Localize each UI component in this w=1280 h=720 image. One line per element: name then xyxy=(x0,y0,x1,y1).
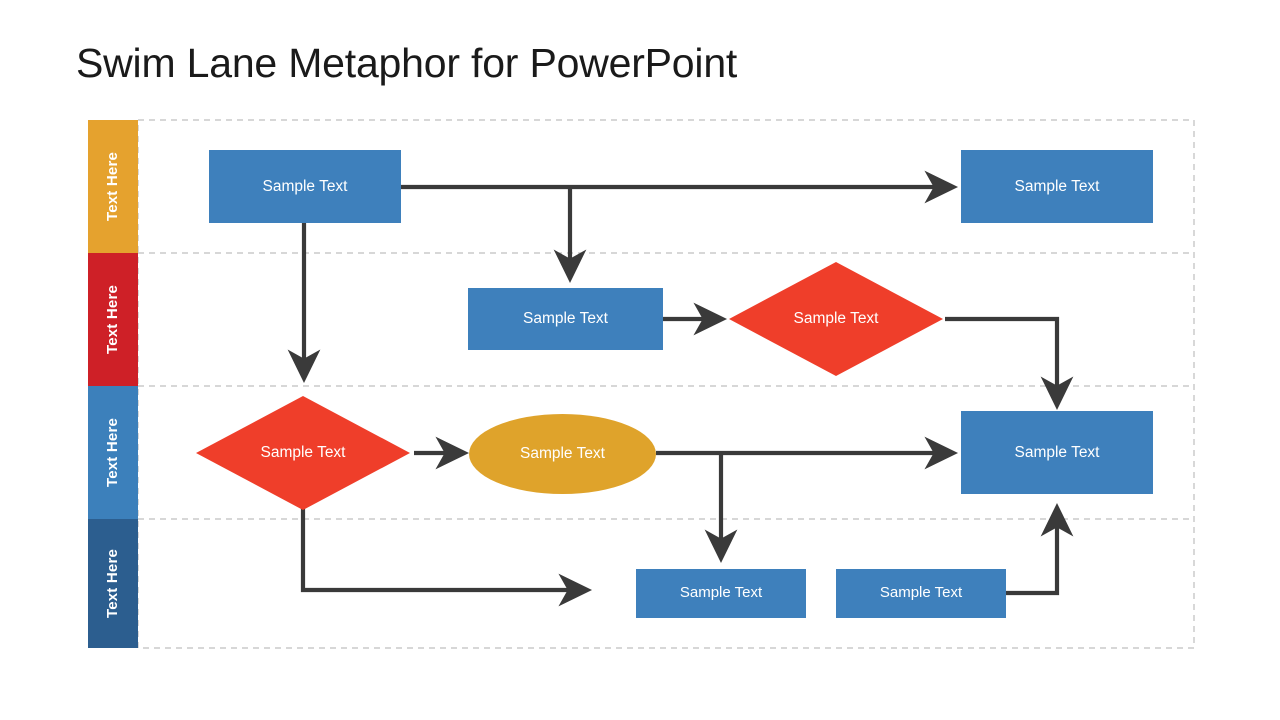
node-n1[interactable]: Sample Text xyxy=(209,150,401,223)
lane-header-2[interactable]: Text Here xyxy=(88,253,138,386)
lane-header-3-label: Text Here xyxy=(104,417,122,488)
node-n8-label: Sample Text xyxy=(679,584,763,602)
lane-header-1-label: Text Here xyxy=(104,151,122,222)
connector-n5-n8 xyxy=(300,505,593,607)
node-n1-label: Sample Text xyxy=(262,177,348,195)
node-n6[interactable]: Sample Text xyxy=(469,414,656,494)
lane-header-2-label: Text Here xyxy=(104,284,122,355)
connector-n9-n7 xyxy=(1006,502,1074,596)
slide-canvas: Swim Lane Metaphor for PowerPoint Text H… xyxy=(0,0,1280,720)
node-n4[interactable]: Sample Text xyxy=(729,262,943,376)
node-n2[interactable]: Sample Text xyxy=(961,150,1153,223)
lane-header-4[interactable]: Text Here xyxy=(88,519,138,648)
lane-header-1[interactable]: Text Here xyxy=(88,120,138,253)
lane-header-4-label: Text Here xyxy=(104,548,122,619)
node-n6-label: Sample Text xyxy=(519,445,605,463)
node-n7[interactable]: Sample Text xyxy=(961,411,1153,494)
node-n3[interactable]: Sample Text xyxy=(468,288,663,350)
swimlane-diagram: Text Here Text Here Text Here Text Here xyxy=(0,0,1280,720)
node-n2-label: Sample Text xyxy=(1014,177,1100,195)
node-n5-label: Sample Text xyxy=(260,444,346,462)
node-n9[interactable]: Sample Text xyxy=(836,569,1006,618)
node-n9-label: Sample Text xyxy=(879,584,963,602)
lane-header-3[interactable]: Text Here xyxy=(88,386,138,519)
node-n5[interactable]: Sample Text xyxy=(196,396,410,510)
node-n3-label: Sample Text xyxy=(522,310,608,328)
node-n7-label: Sample Text xyxy=(1014,443,1100,461)
node-n4-label: Sample Text xyxy=(793,310,879,328)
connector-n4-n7 xyxy=(945,316,1074,411)
node-n8[interactable]: Sample Text xyxy=(636,569,806,618)
